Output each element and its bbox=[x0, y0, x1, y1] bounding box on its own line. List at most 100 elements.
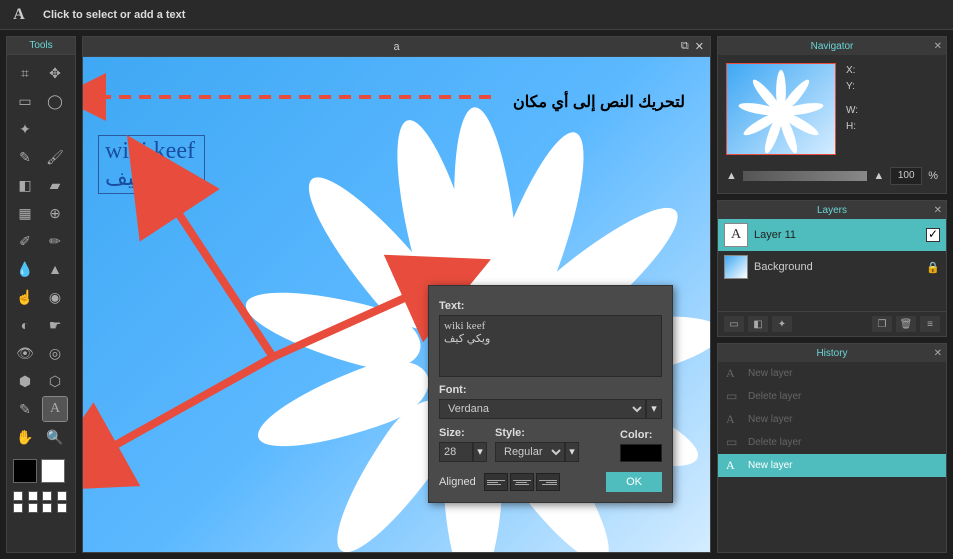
hand-tool[interactable]: ✋ bbox=[13, 425, 37, 449]
topbar-hint: Click to select or add a text bbox=[43, 9, 185, 21]
font-select[interactable]: Verdana bbox=[439, 399, 646, 419]
history-row[interactable]: ▭ Delete layer bbox=[718, 431, 946, 454]
text-line2: ويكي كيف bbox=[105, 165, 198, 191]
history-row[interactable]: ANew layer bbox=[718, 408, 946, 431]
draw-tool[interactable]: ✏ bbox=[43, 229, 67, 253]
bloat-tool[interactable]: ⬢ bbox=[13, 369, 37, 393]
align-left-button[interactable] bbox=[484, 473, 508, 491]
spot-tool[interactable]: ◎ bbox=[43, 341, 67, 365]
text-label: Text: bbox=[439, 300, 662, 312]
style-select[interactable]: Regular bbox=[495, 442, 565, 462]
size-input[interactable] bbox=[439, 442, 473, 462]
navigator-thumb[interactable] bbox=[726, 63, 836, 155]
eraser-tool[interactable]: ◧ bbox=[13, 173, 37, 197]
foreground-swatch[interactable] bbox=[13, 459, 37, 483]
duplicate-button[interactable]: ❐ bbox=[872, 316, 892, 332]
lasso-tool[interactable]: ◯ bbox=[43, 89, 67, 113]
color-replace-tool[interactable]: ✐ bbox=[13, 229, 37, 253]
pinch-tool[interactable]: ⬡ bbox=[43, 369, 67, 393]
brush-tool[interactable]: 🖌 bbox=[43, 145, 67, 169]
lock-icon: 🔒 bbox=[926, 261, 940, 274]
smudge-tool[interactable]: ☝ bbox=[13, 285, 37, 309]
history-icon: A bbox=[726, 366, 742, 381]
history-row[interactable]: ANew layer bbox=[718, 454, 946, 477]
gradient-tool[interactable]: ▦ bbox=[13, 201, 37, 225]
layer-visibility-checkbox[interactable] bbox=[926, 228, 940, 242]
new-layer-button[interactable]: ▭ bbox=[724, 316, 744, 332]
type-tool[interactable]: A bbox=[43, 397, 67, 421]
layers-close-icon[interactable]: ✕ bbox=[934, 205, 942, 216]
zoom-unit: % bbox=[928, 170, 938, 182]
layers-panel: Layers✕ A Layer 11 Background 🔒 ▭ ◧ ✦ ❐ … bbox=[717, 200, 947, 337]
zoom-out-icon[interactable]: ▲ bbox=[726, 170, 737, 182]
history-icon: ▭ bbox=[726, 389, 742, 404]
history-label: New layer bbox=[748, 368, 792, 379]
background-swatch[interactable] bbox=[41, 459, 65, 483]
navigator-info: X: Y: W: H: bbox=[846, 63, 858, 155]
tools-panel: Tools ⌗ ✥ ▭ ◯ ✦ ✎ 🖌 ◧ ▰ ▦ ⊕ ✐ ✏ 💧 ▲ ☝ ◉ … bbox=[6, 36, 76, 553]
history-close-icon[interactable]: ✕ bbox=[934, 348, 942, 359]
history-label: Delete layer bbox=[748, 391, 801, 402]
size-label: Size: bbox=[439, 427, 487, 439]
navigator-close-icon[interactable]: ✕ bbox=[934, 41, 942, 52]
crop-tool[interactable]: ⌗ bbox=[13, 61, 37, 85]
canvas-title: a bbox=[393, 41, 399, 53]
marquee-tool[interactable]: ▭ bbox=[13, 89, 37, 113]
canvas-tab: a ⧉ ✕ bbox=[82, 36, 711, 56]
aligned-label: Aligned bbox=[439, 476, 476, 488]
history-icon: ▭ bbox=[726, 435, 742, 450]
align-right-button[interactable] bbox=[536, 473, 560, 491]
mini-swatches[interactable] bbox=[7, 487, 75, 517]
history-row[interactable]: A New layer bbox=[718, 362, 946, 385]
move-tool[interactable]: ✥ bbox=[43, 61, 67, 85]
canvas[interactable]: wiki keef ويكي كيف لتحريك النص إلى أي مك… bbox=[82, 56, 711, 553]
eyedropper-tool[interactable]: ✎ bbox=[13, 397, 37, 421]
text-dialog: Text: wiki keef ويكي كيف Font: Verdana▾ … bbox=[428, 285, 673, 503]
history-title: History bbox=[816, 348, 847, 359]
popout-icon[interactable]: ⧉ bbox=[681, 40, 689, 53]
zoom-in-icon[interactable]: ▲ bbox=[873, 170, 884, 182]
pencil-tool[interactable]: ✎ bbox=[13, 145, 37, 169]
empty-tool-1 bbox=[43, 117, 67, 141]
navigator-panel: Navigator ✕ X: Y: W: H: ▲ ▲ 100 % bbox=[717, 36, 947, 194]
text-layer-box[interactable]: wiki keef ويكي كيف bbox=[98, 135, 205, 194]
delete-layer-button[interactable]: 🗑 bbox=[896, 316, 916, 332]
align-center-button[interactable] bbox=[510, 473, 534, 491]
sharpen-tool[interactable]: ▲ bbox=[43, 257, 67, 281]
tools-title: Tools bbox=[7, 37, 75, 55]
redeye-tool[interactable]: 👁 bbox=[13, 341, 37, 365]
color-chip[interactable] bbox=[620, 444, 662, 462]
zoom-tool[interactable]: 🔍 bbox=[43, 425, 67, 449]
navigator-title: Navigator bbox=[811, 41, 854, 52]
dodge-tool[interactable]: ◐ bbox=[13, 313, 37, 337]
fx-button[interactable]: ✦ bbox=[772, 316, 792, 332]
blur-tool[interactable]: 💧 bbox=[13, 257, 37, 281]
layer-thumb-icon bbox=[724, 255, 748, 279]
color-label: Color: bbox=[620, 429, 662, 441]
layer-row[interactable]: Background 🔒 bbox=[718, 251, 946, 283]
zoom-slider[interactable] bbox=[743, 171, 867, 181]
history-icon: A bbox=[726, 458, 742, 473]
annotation-label: لتحريك النص إلى أي مكان bbox=[513, 92, 685, 112]
burn-tool[interactable]: ☛ bbox=[43, 313, 67, 337]
history-label: Delete layer bbox=[748, 437, 801, 448]
sponge-tool[interactable]: ◉ bbox=[43, 285, 67, 309]
mask-button[interactable]: ◧ bbox=[748, 316, 768, 332]
history-row[interactable]: ▭ Delete layer bbox=[718, 385, 946, 408]
style-label: Style: bbox=[495, 427, 579, 439]
layer-row[interactable]: A Layer 11 bbox=[718, 219, 946, 251]
zoom-value[interactable]: 100 bbox=[890, 167, 922, 185]
layers-title: Layers bbox=[817, 205, 847, 216]
text-input[interactable]: wiki keef ويكي كيف bbox=[439, 315, 662, 377]
clone-tool[interactable]: ⊕ bbox=[43, 201, 67, 225]
close-icon[interactable]: ✕ bbox=[695, 40, 704, 53]
text-line1: wiki keef bbox=[105, 138, 198, 165]
layer-thumb-icon: A bbox=[724, 223, 748, 247]
wand-tool[interactable]: ✦ bbox=[13, 117, 37, 141]
bucket-tool[interactable]: ▰ bbox=[43, 173, 67, 197]
history-icon: A bbox=[726, 412, 742, 427]
ok-button[interactable]: OK bbox=[606, 472, 662, 492]
layer-menu-button[interactable]: ≡ bbox=[920, 316, 940, 332]
history-panel: History✕ ANew layer▭Delete layerANew lay… bbox=[717, 343, 947, 553]
text-tool-icon: A bbox=[10, 6, 28, 24]
